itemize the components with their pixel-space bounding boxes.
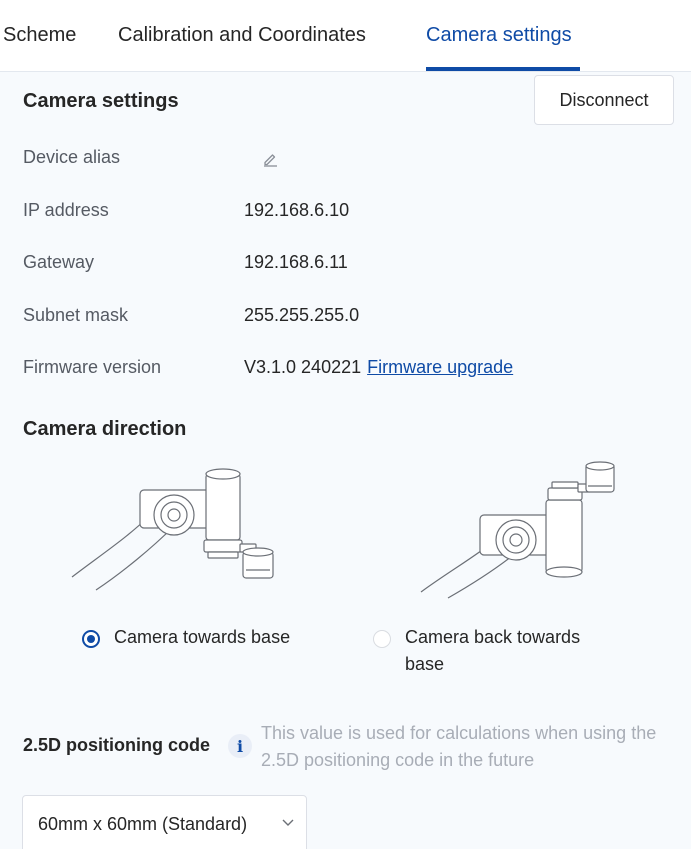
positioning-code-select[interactable]: 60mm x 60mm (Standard) [22, 795, 307, 849]
disconnect-button[interactable]: Disconnect [534, 75, 674, 125]
positioning-code-label: 2.5D positioning code [23, 735, 211, 755]
subnet-mask-label: Subnet mask [23, 305, 129, 325]
tab-calibration-and-coordinates[interactable]: Calibration and Coordinates [118, 24, 366, 47]
radio-camera-back-towards-base[interactable]: Camera back towards base [373, 627, 613, 678]
ip-address-label: IP address [23, 200, 109, 220]
tab-camera-settings[interactable]: Camera settings [426, 24, 572, 47]
tab-bar: Scheme Calibration and Coordinates Camer… [0, 0, 691, 72]
positioning-code-hint: This value is used for calculations when… [261, 723, 657, 770]
gateway-label: Gateway [23, 252, 95, 272]
camera-settings-page: Scheme Calibration and Coordinates Camer… [0, 0, 691, 849]
edit-pencil-icon[interactable] [262, 151, 278, 167]
ip-address-value: 192.168.6.10 [244, 200, 350, 220]
radio-camera-towards-base[interactable]: Camera towards base [82, 627, 290, 651]
radio-checked-icon[interactable] [82, 630, 100, 648]
subnet-mask-value: 255.255.255.0 [244, 305, 360, 325]
firmware-version-row: V3.1.0 240221 Firmware upgrade [244, 357, 513, 378]
camera-towards-base-illustration [71, 468, 274, 591]
radio-unchecked-icon[interactable] [373, 630, 391, 648]
radio-camera-towards-base-label: Camera towards base [114, 627, 291, 647]
firmware-version-label: Firmware version [23, 357, 162, 377]
info-icon[interactable]: i [228, 734, 252, 758]
active-tab-indicator [426, 67, 580, 71]
camera-back-towards-base-illustration [420, 461, 615, 599]
firmware-upgrade-link[interactable]: Firmware upgrade [367, 357, 513, 377]
positioning-code-selected-value: 60mm x 60mm (Standard) [38, 814, 248, 834]
camera-settings-title: Camera settings [23, 90, 179, 112]
camera-direction-title: Camera direction [23, 418, 187, 440]
chevron-down-icon [282, 819, 294, 826]
device-alias-label: Device alias [23, 147, 121, 167]
gateway-value: 192.168.6.11 [244, 252, 348, 272]
firmware-version-value: V3.1.0 240221 [244, 357, 362, 377]
radio-camera-back-towards-base-label: Camera back towards base [405, 627, 581, 674]
tab-scheme[interactable]: Scheme [3, 24, 76, 47]
